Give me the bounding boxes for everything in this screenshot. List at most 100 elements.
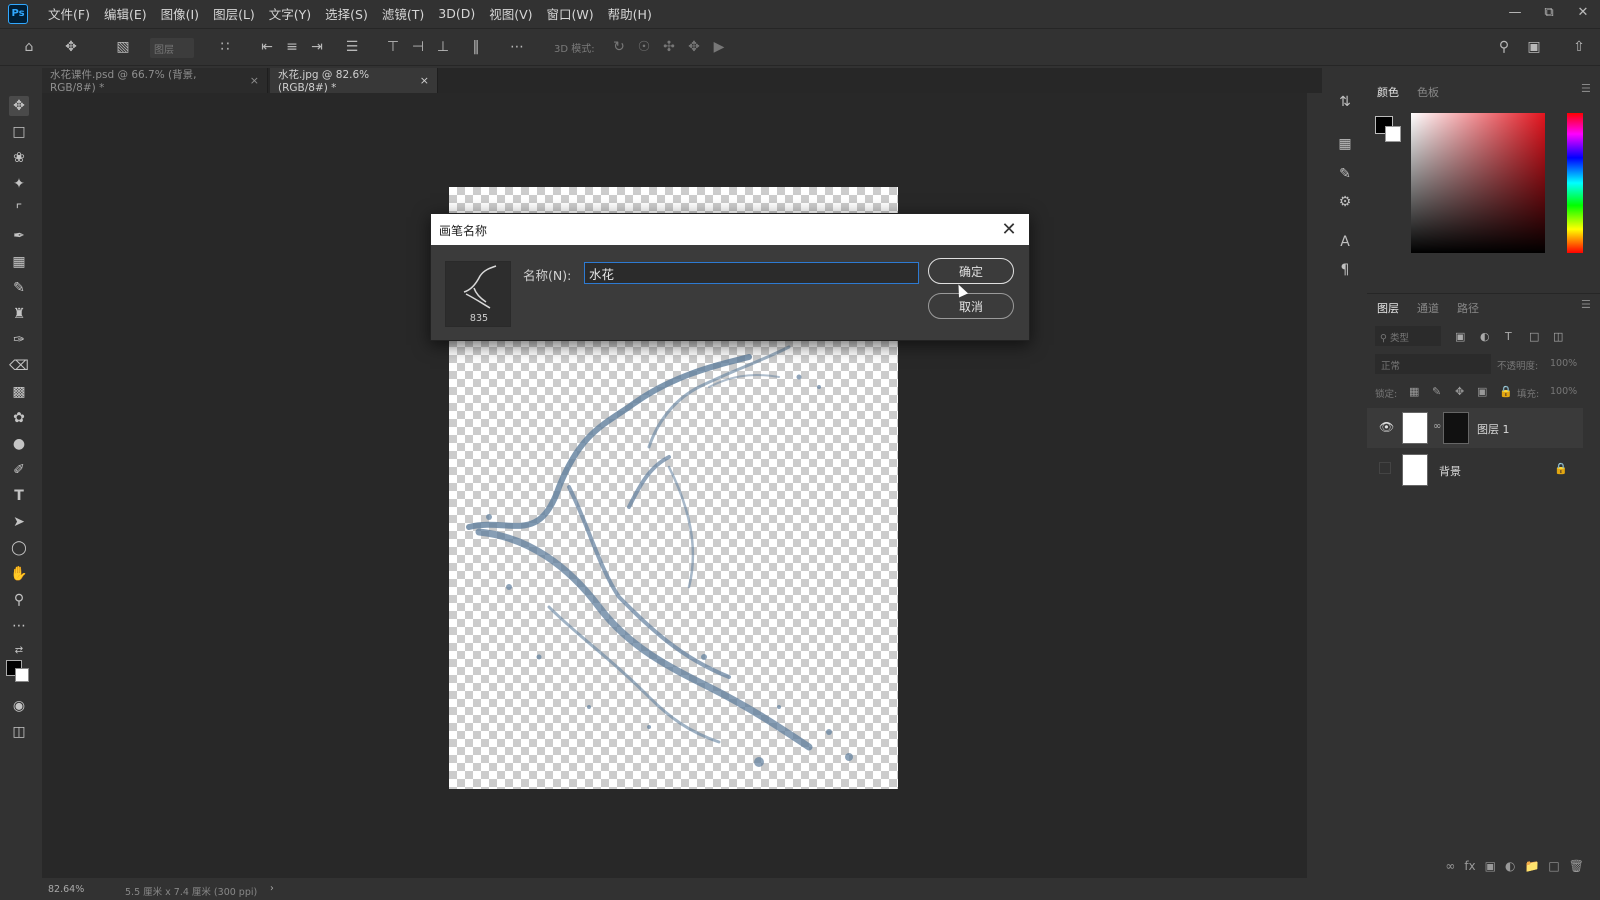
zoom-level[interactable]: 82.64% bbox=[48, 884, 84, 895]
blend-mode-dropdown[interactable]: 正常 bbox=[1375, 354, 1491, 374]
brush-tool-icon[interactable]: ✎ bbox=[9, 278, 29, 298]
ok-button[interactable]: 确定 bbox=[928, 258, 1014, 284]
3d-camera-icon[interactable]: ▶ bbox=[710, 38, 728, 56]
menu-help[interactable]: 帮助(H) bbox=[608, 4, 652, 23]
eye-icon[interactable]: 👁 bbox=[1379, 420, 1394, 434]
fill-value[interactable]: 100% bbox=[1550, 386, 1577, 397]
layer-name[interactable]: 图层 1 bbox=[1477, 421, 1510, 437]
paragraph-icon[interactable]: ¶ bbox=[1336, 261, 1354, 279]
color-swatches-icon[interactable] bbox=[6, 660, 29, 682]
more-options-icon[interactable]: ⋯ bbox=[508, 38, 526, 56]
lock-position-icon[interactable]: ✥ bbox=[1455, 385, 1464, 398]
tab-swatches[interactable]: 色板 bbox=[1417, 84, 1439, 100]
brush-name-input[interactable] bbox=[584, 262, 919, 284]
screen-mode-icon[interactable]: ◫ bbox=[9, 722, 29, 742]
close-icon[interactable]: × bbox=[250, 74, 259, 87]
crop-tool-icon[interactable]: ⌜ bbox=[9, 200, 29, 220]
search-icon[interactable]: ⚲ bbox=[1495, 38, 1513, 56]
swap-colors-icon[interactable]: ⇄ bbox=[9, 640, 29, 660]
tab-water-jpg[interactable]: 水花.jpg @ 82.6%(RGB/8#) * × bbox=[270, 68, 438, 94]
adjustments-icon[interactable]: ⚙ bbox=[1336, 193, 1354, 211]
align-middle-icon[interactable]: ⊣ bbox=[409, 38, 427, 56]
type-tool-icon[interactable]: T bbox=[9, 486, 29, 506]
history-brush-tool-icon[interactable]: ✑ bbox=[9, 330, 29, 350]
panel-menu-icon[interactable]: ☰ bbox=[1581, 82, 1591, 95]
3d-pan-icon[interactable]: ✣ bbox=[660, 38, 678, 56]
lock-all-icon[interactable]: 🔒 bbox=[1499, 385, 1513, 398]
menu-layer[interactable]: 图层(L) bbox=[213, 4, 255, 23]
move-tool-icon[interactable]: ✥ bbox=[62, 38, 80, 56]
filter-shape-icon[interactable]: □ bbox=[1529, 330, 1539, 343]
menu-view[interactable]: 视图(V) bbox=[489, 4, 532, 23]
brush-settings-icon[interactable]: ✎ bbox=[1336, 165, 1354, 183]
auto-select-target-dropdown[interactable]: 图层 bbox=[150, 38, 194, 58]
path-selection-tool-icon[interactable]: ➤ bbox=[9, 512, 29, 532]
pen-tool-icon[interactable]: ✐ bbox=[9, 460, 29, 480]
add-mask-icon[interactable]: ▣ bbox=[1485, 859, 1496, 873]
minimize-icon[interactable]: — bbox=[1498, 0, 1532, 24]
adjustment-layer-icon[interactable]: ◐ bbox=[1505, 859, 1515, 873]
stamp-tool-icon[interactable]: ♜ bbox=[9, 304, 29, 324]
tab-layers[interactable]: 图层 bbox=[1377, 300, 1399, 316]
3d-orbit-icon[interactable]: ↻ bbox=[610, 38, 628, 56]
quick-mask-icon[interactable]: ◉ bbox=[9, 696, 29, 716]
eraser-tool-icon[interactable]: ⌫ bbox=[9, 356, 29, 376]
layer-mask-thumbnail[interactable] bbox=[1443, 412, 1469, 444]
menu-3d[interactable]: 3D(D) bbox=[438, 6, 475, 21]
menu-file[interactable]: 文件(F) bbox=[48, 4, 90, 23]
close-icon[interactable]: ✕ bbox=[997, 217, 1021, 241]
dodge-tool-icon[interactable]: ● bbox=[9, 434, 29, 454]
opacity-value[interactable]: 100% bbox=[1550, 358, 1577, 369]
align-right-icon[interactable]: ⇥ bbox=[308, 38, 326, 56]
filter-adjustment-icon[interactable]: ◐ bbox=[1480, 330, 1490, 343]
align-center-icon[interactable]: ≡ bbox=[283, 38, 301, 56]
visibility-toggle[interactable] bbox=[1379, 462, 1391, 474]
filter-pixel-icon[interactable]: ▣ bbox=[1455, 330, 1465, 343]
3d-slide-icon[interactable]: ✥ bbox=[685, 38, 703, 56]
restore-icon[interactable]: ⧉ bbox=[1532, 0, 1566, 24]
menu-type[interactable]: 文字(Y) bbox=[269, 4, 311, 23]
layer-name[interactable]: 背景 bbox=[1439, 463, 1461, 479]
share-icon[interactable]: ⇧ bbox=[1570, 38, 1588, 56]
edit-toolbar-icon[interactable]: ⋯ bbox=[9, 616, 29, 636]
background-color-swatch[interactable] bbox=[1385, 126, 1401, 142]
tab-water-lesson-psd[interactable]: 水花课件.psd @ 66.7% (背景, RGB/8#) * × bbox=[42, 68, 268, 94]
distribute-icon[interactable]: ☰ bbox=[343, 38, 361, 56]
filter-type-icon[interactable]: T bbox=[1505, 330, 1512, 343]
cancel-button[interactable]: 取消 bbox=[928, 293, 1014, 319]
menu-window[interactable]: 窗口(W) bbox=[547, 4, 594, 23]
lock-artboard-icon[interactable]: ▣ bbox=[1477, 385, 1487, 398]
menu-select[interactable]: 选择(S) bbox=[325, 4, 368, 23]
hue-slider[interactable] bbox=[1567, 113, 1583, 253]
home-icon[interactable]: ⌂ bbox=[20, 38, 38, 56]
eyedropper-tool-icon[interactable]: ✒ bbox=[9, 226, 29, 246]
close-window-icon[interactable]: ✕ bbox=[1566, 0, 1600, 24]
transform-controls-icon[interactable]: ∷ bbox=[216, 38, 234, 56]
panel-menu-icon[interactable]: ☰ bbox=[1581, 298, 1591, 311]
tab-channels[interactable]: 通道 bbox=[1417, 300, 1439, 316]
link-icon[interactable]: ∞ bbox=[1433, 421, 1441, 432]
gradient-tool-icon[interactable]: ▩ bbox=[9, 382, 29, 402]
frame-tool-icon[interactable]: ▦ bbox=[9, 252, 29, 272]
distribute-vertical-icon[interactable]: ‖ bbox=[467, 38, 485, 56]
character-icon[interactable]: A bbox=[1336, 233, 1354, 251]
link-layers-icon[interactable]: ∞ bbox=[1445, 859, 1455, 873]
marquee-tool-icon[interactable]: □ bbox=[9, 122, 29, 142]
zoom-tool-icon[interactable]: ⚲ bbox=[9, 590, 29, 610]
status-menu-arrow[interactable]: › bbox=[270, 883, 274, 894]
history-icon[interactable]: ⇅ bbox=[1336, 93, 1354, 111]
align-left-icon[interactable]: ⇤ bbox=[258, 38, 276, 56]
menu-filter[interactable]: 滤镜(T) bbox=[382, 4, 424, 23]
tab-paths[interactable]: 路径 bbox=[1457, 300, 1479, 316]
dialog-titlebar[interactable]: 画笔名称 ✕ bbox=[431, 214, 1029, 245]
3d-roll-icon[interactable]: ☉ bbox=[635, 38, 653, 56]
layer-row-layer-1[interactable]: 👁 ∞ 图层 1 bbox=[1367, 408, 1583, 448]
blur-tool-icon[interactable]: ✿ bbox=[9, 408, 29, 428]
align-bottom-icon[interactable]: ⊥ bbox=[434, 38, 452, 56]
tab-color[interactable]: 颜色 bbox=[1377, 84, 1399, 100]
lock-pixels-icon[interactable]: ✎ bbox=[1432, 385, 1441, 398]
ellipse-tool-icon[interactable]: ◯ bbox=[9, 538, 29, 558]
layer-row-background[interactable]: 背景 🔒 bbox=[1367, 450, 1583, 490]
layer-style-icon[interactable]: fx bbox=[1464, 859, 1475, 873]
align-top-icon[interactable]: ⊤ bbox=[384, 38, 402, 56]
